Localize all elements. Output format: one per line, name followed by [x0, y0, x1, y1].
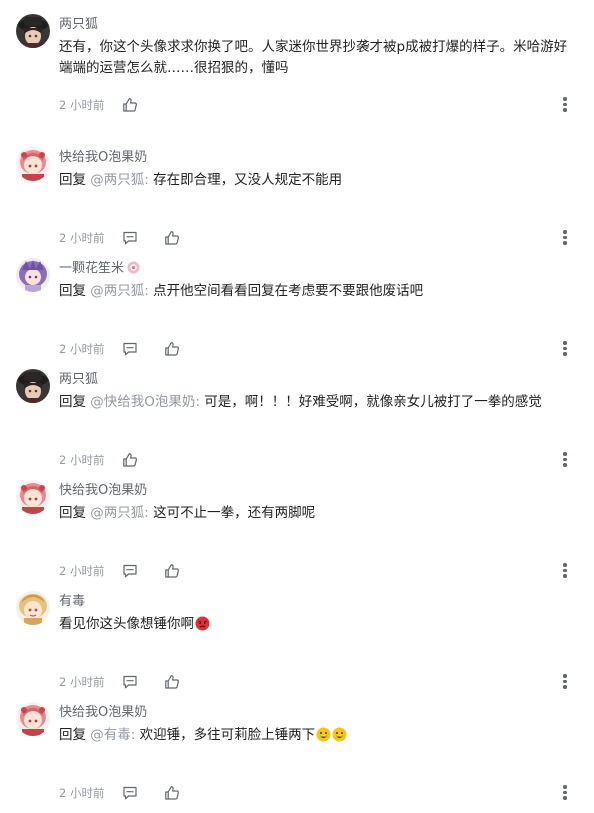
comment-body-text: 看见你这头像想锤你啊	[59, 616, 194, 632]
username-text[interactable]: 快给我O泡果奶	[59, 483, 147, 498]
grinning-face-emoji	[316, 727, 331, 742]
timestamp: 2 小时前	[59, 98, 105, 112]
comment-text: 还有，你这个头像求求你换了吧。人家迷你世界抄袭才被p成被打爆的样子。米哈游好端端…	[59, 37, 575, 79]
reply-prefix: 回复	[59, 505, 86, 521]
username[interactable]: 快给我O泡果奶	[59, 705, 147, 721]
thumbs-up-icon[interactable]	[122, 452, 138, 468]
comment-actions: 2 小时前	[59, 673, 206, 691]
timestamp: 2 小时前	[59, 675, 105, 689]
thumbs-up-icon[interactable]	[164, 563, 180, 579]
username-text[interactable]: 有毒	[59, 594, 85, 609]
comment-actions: 2 小时前	[59, 451, 164, 469]
reply-icon[interactable]	[122, 674, 138, 690]
pink-hair-girl-avatar[interactable]	[16, 480, 50, 514]
more-options-icon[interactable]	[562, 785, 568, 801]
timestamp: 2 小时前	[59, 786, 105, 800]
reply-prefix: 回复	[59, 172, 86, 188]
pink-hair-girl-avatar[interactable]	[16, 702, 50, 736]
comment-item: 有毒看见你这头像想锤你啊 2 小时前	[0, 591, 594, 702]
comment-body-text: 这可不止一拳，还有两脚呢	[153, 505, 316, 521]
comment-text: 看见你这头像想锤你啊	[59, 614, 575, 635]
comment-list: 两只狐还有，你这个头像求求你换了吧。人家迷你世界抄袭才被p成被打爆的样子。米哈游…	[0, 0, 594, 800]
mention-link[interactable]: @有毒:	[90, 727, 135, 743]
comment-item: 一颗花笙米回复 @两只狐: 点开他空间看看回复在考虑要不要跟他废话吧 2 小时前	[0, 258, 594, 369]
timestamp: 2 小时前	[59, 342, 105, 356]
comment-text: 回复 @两只狐: 这可不止一拳，还有两脚呢	[59, 503, 575, 524]
mention-link[interactable]: @两只狐:	[90, 505, 149, 521]
grinning-face-emoji	[332, 727, 347, 742]
username[interactable]: 有毒	[59, 594, 85, 610]
comment-actions: 2 小时前	[59, 784, 206, 802]
comment-body-text: 还有，你这个头像求求你换了吧。人家迷你世界抄袭才被p成被打爆的样子。米哈游好端端…	[59, 39, 568, 76]
comment-actions: 2 小时前	[59, 562, 206, 580]
mention-link[interactable]: @两只狐:	[90, 172, 149, 188]
comment-item: 快给我O泡果奶 回复 @有毒: 欢迎锤，多往可莉脸上锤两下 2 小时前	[0, 702, 594, 813]
reply-icon[interactable]	[122, 563, 138, 579]
timestamp: 2 小时前	[59, 564, 105, 578]
thumbs-up-icon[interactable]	[164, 230, 180, 246]
comment-text: 回复 @有毒: 欢迎锤，多往可莉脸上锤两下	[59, 725, 575, 746]
mention-link[interactable]: @快给我O泡果奶:	[90, 394, 200, 410]
pink-hair-girl-avatar[interactable]	[16, 147, 50, 181]
reply-icon[interactable]	[122, 230, 138, 246]
comment-body-text: 欢迎锤，多往可莉脸上锤两下	[139, 727, 316, 743]
reply-prefix: 回复	[59, 727, 86, 743]
username-text[interactable]: 一颗花笙米	[59, 261, 124, 276]
comment-text: 回复 @快给我O泡果奶: 可是，啊！！！好难受啊，就像亲女儿被打了一拳的感觉	[59, 392, 575, 413]
username-text[interactable]: 两只狐	[59, 372, 98, 387]
username[interactable]: 一颗花笙米	[59, 261, 140, 277]
thumbs-up-icon[interactable]	[122, 97, 138, 113]
timestamp: 2 小时前	[59, 231, 105, 245]
comment-item: 快给我O泡果奶 回复 @两只狐: 这可不止一拳，还有两脚呢 2 小时前	[0, 480, 594, 591]
comment-actions: 2 小时前	[59, 229, 206, 247]
hat-girl-avatar[interactable]	[16, 369, 50, 403]
comment-item: 快给我O泡果奶 回复 @两只狐: 存在即合理，又没人规定不能用 2 小时前	[0, 147, 594, 258]
flower-badge-icon	[127, 261, 140, 274]
comment-actions: 2 小时前	[59, 96, 164, 114]
comment-item: 两只狐还有，你这个头像求求你换了吧。人家迷你世界抄袭才被p成被打爆的样子。米哈游…	[0, 14, 594, 125]
hat-girl-avatar[interactable]	[16, 14, 50, 48]
comment-body-text: 可是，啊！！！好难受啊，就像亲女儿被打了一拳的感觉	[204, 394, 542, 410]
more-options-icon[interactable]	[562, 230, 568, 246]
username-text[interactable]: 快给我O泡果奶	[59, 150, 147, 165]
reply-icon[interactable]	[122, 785, 138, 801]
timestamp: 2 小时前	[59, 453, 105, 467]
more-options-icon[interactable]	[562, 97, 568, 113]
comment-body-text: 点开他空间看看回复在考虑要不要跟他废话吧	[153, 283, 424, 299]
username[interactable]: 两只狐	[59, 372, 98, 388]
comment-text: 回复 @两只狐: 点开他空间看看回复在考虑要不要跟他废话吧	[59, 281, 575, 302]
thumbs-up-icon[interactable]	[164, 785, 180, 801]
purple-hair-girl-avatar[interactable]	[16, 258, 50, 292]
username[interactable]: 两只狐	[59, 17, 98, 33]
username-text[interactable]: 快给我O泡果奶	[59, 705, 147, 720]
reply-prefix: 回复	[59, 283, 86, 299]
username-text[interactable]: 两只狐	[59, 17, 98, 32]
thumbs-up-icon[interactable]	[164, 674, 180, 690]
mention-link[interactable]: @两只狐:	[90, 283, 149, 299]
blonde-girl-avatar[interactable]	[16, 591, 50, 625]
more-options-icon[interactable]	[562, 452, 568, 468]
username[interactable]: 快给我O泡果奶	[59, 483, 147, 499]
more-options-icon[interactable]	[562, 563, 568, 579]
comment-text: 回复 @两只狐: 存在即合理，又没人规定不能用	[59, 170, 575, 191]
more-options-icon[interactable]	[562, 341, 568, 357]
comment-actions: 2 小时前	[59, 340, 206, 358]
angry-face-emoji	[195, 616, 210, 631]
reply-prefix: 回复	[59, 394, 86, 410]
reply-icon[interactable]	[122, 341, 138, 357]
comment-item: 两只狐回复 @快给我O泡果奶: 可是，啊！！！好难受啊，就像亲女儿被打了一拳的感…	[0, 369, 594, 480]
comment-body-text: 存在即合理，又没人规定不能用	[153, 172, 343, 188]
more-options-icon[interactable]	[562, 674, 568, 690]
thumbs-up-icon[interactable]	[164, 341, 180, 357]
username[interactable]: 快给我O泡果奶	[59, 150, 147, 166]
